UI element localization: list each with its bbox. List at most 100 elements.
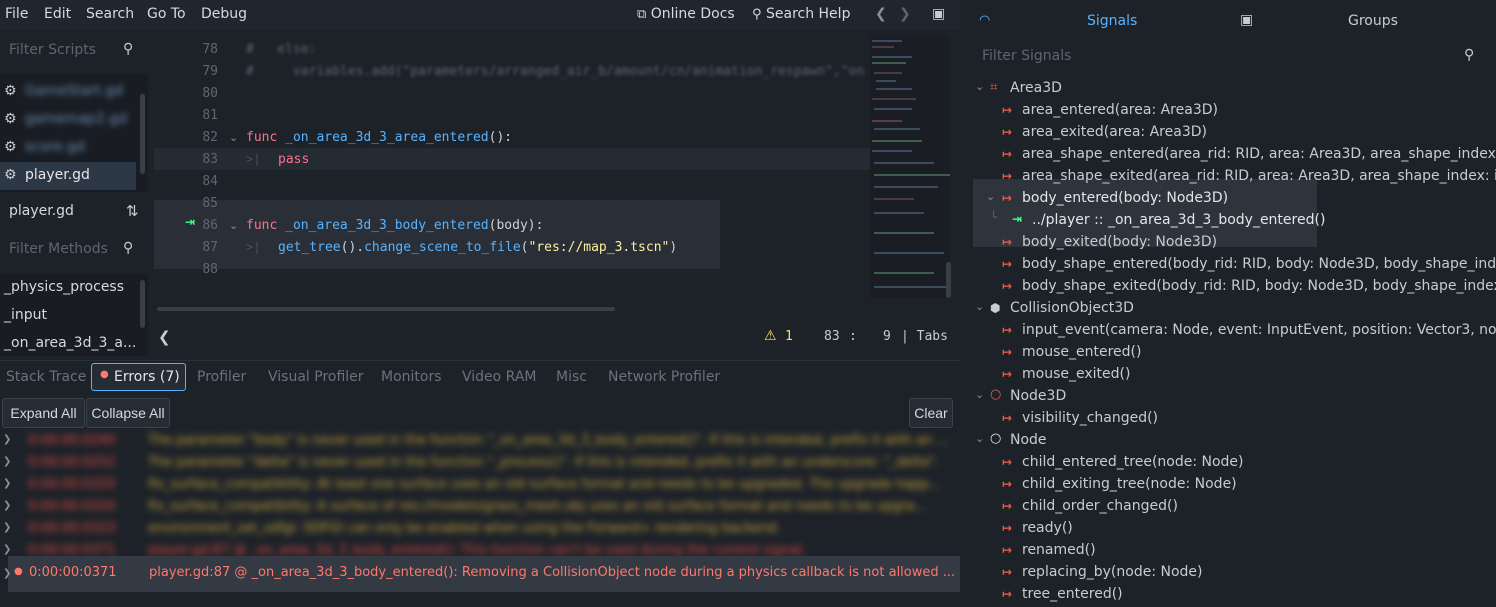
menu-file[interactable]: File (5, 6, 28, 22)
method-item[interactable]: _input (4, 307, 47, 323)
signal-row[interactable]: ↦ tree_entered() (970, 584, 1496, 607)
minimap[interactable] (870, 36, 950, 298)
error-row[interactable]: ❯ 0:00:00:0320 fix_surface_compatibility… (0, 497, 958, 519)
signal-row[interactable]: ↦ ready() (970, 518, 1496, 540)
search-help-label: Search Help (765, 6, 851, 22)
clear-button[interactable]: Clear (909, 398, 953, 428)
tab-profiler[interactable]: Profiler (197, 369, 246, 385)
signal-icon: ↦ (1002, 499, 1013, 513)
class-label: Area3D (1010, 80, 1062, 96)
filter-methods-field[interactable]: Filter Methods ⚲ (0, 236, 148, 266)
class-row-node[interactable]: ⌄ ○ Node (970, 430, 1496, 452)
signal-label: renamed() (1022, 542, 1096, 558)
line-number: 83 (202, 152, 218, 167)
line-number: 78 (202, 42, 218, 57)
signal-icon: ↦ (1002, 565, 1013, 579)
method-item[interactable]: _physics_process (4, 279, 124, 295)
editor-vscrollbar[interactable] (946, 262, 951, 298)
signal-row[interactable]: ↦ area_exited(area: Area3D) (970, 122, 1496, 144)
expand-all-button[interactable]: Expand All (2, 398, 85, 428)
groups-icon: ▣ (1240, 12, 1254, 28)
sort-icon[interactable]: ⇅ (126, 202, 139, 220)
class-label: CollisionObject3D (1010, 300, 1134, 316)
code-line: # variables.add("parameters/arranged_air… (246, 64, 865, 79)
error-row[interactable]: ❯ 0:00:00:0323 environment_set_sdfgi: SD… (0, 519, 958, 541)
signal-row[interactable]: ↦ area_entered(area: Area3D) (970, 100, 1496, 122)
online-docs-button[interactable]: ⧉ Online Docs (637, 6, 735, 22)
signal-row[interactable]: ↦ body_exited(body: Node3D) (970, 232, 1496, 254)
signal-label: body_shape_exited(body_rid: RID, body: N… (1022, 278, 1496, 294)
fold-arrow-icon[interactable]: ⌄ (229, 131, 238, 144)
connection-row[interactable]: └ ⇥ ../player :: _on_area_3d_3_body_ente… (970, 210, 1496, 232)
error-row[interactable]: ❯ 0:00:00:0252 The parameter "delta" is … (0, 453, 958, 475)
tab-signals[interactable]: Signals (1087, 13, 1137, 29)
editor-hscrollbar[interactable] (157, 307, 615, 311)
tab-groups[interactable]: Groups (1348, 13, 1398, 29)
signal-row[interactable]: ↦ visibility_changed() (970, 408, 1496, 430)
warning-icon[interactable]: ⚠ (764, 328, 777, 344)
script-item[interactable]: ⚙ GameStart.gd (0, 78, 136, 106)
method-list-scrollbar[interactable] (140, 280, 145, 328)
tree-line-icon: └ (990, 210, 998, 224)
filter-methods-placeholder: Filter Methods (9, 241, 108, 257)
signal-row[interactable]: ↦ area_shape_exited(area_rid: RID, area: … (970, 166, 1496, 188)
signal-row-connected[interactable]: ⌄ ↦ body_entered(body: Node3D) (970, 188, 1496, 210)
tab-errors[interactable]: ● Errors (7) (91, 363, 186, 391)
search-icon: ⚲ (1464, 47, 1475, 63)
signal-row[interactable]: ↦ child_exiting_tree(node: Node) (970, 474, 1496, 496)
signal-row[interactable]: ↦ replacing_by(node: Node) (970, 562, 1496, 584)
script-list: ⚙ GameStart.gd ⚙ gamemap2.gd ⚙ score.gd … (0, 74, 148, 192)
class-row-node3d[interactable]: ⌄ ○ Node3D (970, 386, 1496, 408)
collapse-all-button[interactable]: Collapse All (86, 398, 170, 428)
collapse-panel-icon[interactable]: ❮ (158, 328, 171, 346)
code-line: get_tree().change_scene_to_file("res://m… (278, 240, 678, 255)
nav-back-icon[interactable]: ❮ (875, 6, 887, 22)
line-number: 88 (202, 262, 218, 277)
search-help-button[interactable]: ⚲ Search Help (752, 6, 850, 22)
class-row-collisionobject3d[interactable]: ⌄ ⬢ CollisionObject3D (970, 298, 1496, 320)
class-label: Node3D (1010, 388, 1067, 404)
script-list-scrollbar[interactable] (140, 94, 145, 174)
signal-row[interactable]: ↦ renamed() (970, 540, 1496, 562)
menu-goto[interactable]: Go To (147, 6, 186, 22)
tab-network-profiler[interactable]: Network Profiler (608, 369, 720, 385)
error-row[interactable]: ❯ 0:00:00:0320 fix_surface_compatibility… (0, 475, 958, 497)
error-row[interactable]: ❯ 0:00:00:0240 The parameter "body" is n… (0, 431, 958, 453)
nav-forward-icon[interactable]: ❯ (899, 6, 911, 22)
window-toggle-icon[interactable]: ▣ (932, 6, 945, 22)
error-message: player.gd:87 @ _on_area_3d_3_body_entere… (149, 565, 956, 580)
error-row-selected[interactable]: ● 0:00:00:0371 player.gd:87 @ _on_area_3… (8, 556, 960, 592)
line-number: 87 (202, 240, 218, 255)
class-label: Node (1010, 432, 1047, 448)
signal-icon: ↦ (1002, 103, 1013, 117)
signal-row[interactable]: ↦ body_shape_entered(body_rid: RID, body:… (970, 254, 1496, 276)
filter-scripts-field[interactable]: Filter Scripts ⚲ (0, 36, 148, 66)
fold-arrow-icon[interactable]: ⌄ (229, 219, 238, 232)
class-row-area3d[interactable]: ⌄ ⌗ Area3D (970, 78, 1496, 100)
script-item[interactable]: ⚙ score.gd (0, 134, 136, 162)
signal-row[interactable]: ↦ mouse_exited() (970, 364, 1496, 386)
tab-monitors[interactable]: Monitors (381, 369, 442, 385)
script-item-selected[interactable]: ⚙ player.gd (0, 162, 136, 190)
signal-row[interactable]: ↦ input_event(camera: Node, event: InputE… (970, 320, 1496, 342)
filter-signals-field[interactable]: Filter Signals ⚲ (972, 42, 1494, 70)
signal-row[interactable]: ↦ area_shape_entered(area_rid: RID, area:… (970, 144, 1496, 166)
tab-visual-profiler[interactable]: Visual Profiler (268, 369, 364, 385)
signal-icon: ↦ (1002, 147, 1013, 161)
method-item[interactable]: _on_area_3d_3_a... (4, 335, 136, 351)
signal-row[interactable]: ↦ child_entered_tree(node: Node) (970, 452, 1496, 474)
menu-debug[interactable]: Debug (201, 6, 247, 22)
error-message: fix_surface_compatibility: At least one … (148, 477, 942, 492)
signal-row[interactable]: ↦ child_order_changed() (970, 496, 1496, 518)
tab-stack-trace[interactable]: Stack Trace (6, 369, 86, 385)
tab-video-ram[interactable]: Video RAM (462, 369, 537, 385)
tab-misc[interactable]: Misc (556, 369, 587, 385)
signal-row[interactable]: ↦ mouse_entered() (970, 342, 1496, 364)
indent-mode[interactable]: | Tabs (901, 329, 948, 344)
script-item[interactable]: ⚙ gamemap2.gd (0, 106, 136, 134)
menu-search[interactable]: Search (86, 6, 134, 22)
menu-edit[interactable]: Edit (44, 6, 71, 22)
warning-count[interactable]: 1 (785, 329, 793, 344)
signal-row[interactable]: ↦ body_shape_exited(body_rid: RID, body: … (970, 276, 1496, 298)
signal-icon: ↦ (1002, 367, 1013, 381)
